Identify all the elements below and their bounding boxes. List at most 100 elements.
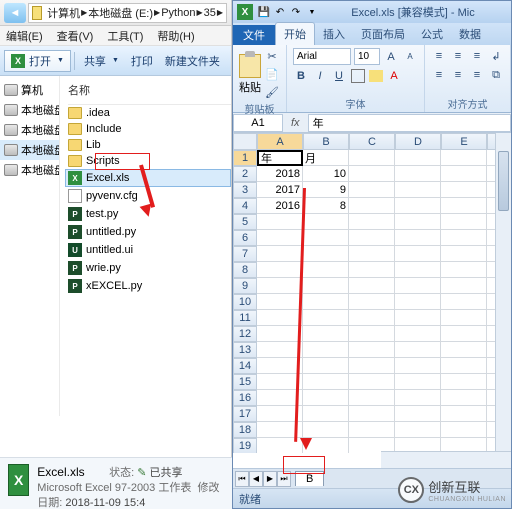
crumb[interactable]: 35 <box>204 7 216 19</box>
list-item[interactable]: Ptest.py <box>68 205 231 223</box>
menu-help[interactable]: 帮助(H) <box>157 28 194 44</box>
nav-item-drive-d[interactable]: 本地磁盘 (D:) <box>0 120 59 140</box>
row-header[interactable]: 16 <box>233 390 257 406</box>
cell[interactable] <box>303 342 349 358</box>
cell[interactable] <box>257 262 303 278</box>
print-button[interactable]: 打印 <box>125 51 159 71</box>
cell[interactable] <box>441 182 487 198</box>
cell[interactable] <box>303 326 349 342</box>
list-item[interactable]: Lib <box>68 137 231 153</box>
nav-back-button[interactable]: ◄ <box>4 3 26 23</box>
border-button[interactable] <box>350 68 366 84</box>
cell[interactable] <box>395 262 441 278</box>
cell[interactable] <box>395 342 441 358</box>
formula-input[interactable]: 年 <box>308 114 511 132</box>
cell[interactable] <box>303 358 349 374</box>
cell[interactable] <box>395 182 441 198</box>
cell[interactable] <box>303 390 349 406</box>
format-painter-icon[interactable]: 🖌 <box>264 84 280 100</box>
cut-icon[interactable]: ✂ <box>264 48 280 64</box>
cell[interactable] <box>441 294 487 310</box>
nav-item-computer[interactable]: 算机 <box>0 80 59 100</box>
cell-grid[interactable]: 年月2018102017920168 <box>257 150 511 453</box>
cell[interactable] <box>441 166 487 182</box>
row-header[interactable]: 14 <box>233 358 257 374</box>
cell[interactable] <box>395 214 441 230</box>
cell[interactable] <box>441 390 487 406</box>
cell[interactable]: 2016 <box>257 198 303 214</box>
cell[interactable] <box>441 214 487 230</box>
cell[interactable] <box>349 310 395 326</box>
cell[interactable] <box>303 438 349 453</box>
cell[interactable] <box>349 374 395 390</box>
cell[interactable] <box>395 246 441 262</box>
fill-color-button[interactable] <box>369 70 383 82</box>
cell[interactable] <box>303 406 349 422</box>
cell[interactable] <box>349 230 395 246</box>
cell[interactable]: 2017 <box>257 182 303 198</box>
cell[interactable] <box>349 182 395 198</box>
cell[interactable]: 9 <box>303 182 349 198</box>
cell[interactable] <box>303 310 349 326</box>
cell[interactable] <box>257 390 303 406</box>
cell[interactable]: 8 <box>303 198 349 214</box>
cell[interactable] <box>349 342 395 358</box>
row-header[interactable]: 11 <box>233 310 257 326</box>
cell[interactable] <box>257 278 303 294</box>
cell[interactable] <box>257 326 303 342</box>
cell[interactable] <box>395 326 441 342</box>
underline-button[interactable]: U <box>331 68 347 84</box>
paste-button[interactable]: 粘贴 <box>239 54 261 95</box>
cell[interactable] <box>395 166 441 182</box>
font-size-select[interactable]: 10 <box>354 48 380 65</box>
tab-home[interactable]: 开始 <box>275 22 315 45</box>
cell[interactable] <box>395 374 441 390</box>
align-bottom-icon[interactable]: ≡ <box>469 48 485 64</box>
menu-view[interactable]: 查看(V) <box>57 28 94 44</box>
row-header[interactable]: 10 <box>233 294 257 310</box>
nav-item-drive-e[interactable]: 本地磁盘 (E:) <box>0 140 59 160</box>
cell[interactable]: 年 <box>257 150 303 166</box>
row-header[interactable]: 6 <box>233 230 257 246</box>
row-header[interactable]: 9 <box>233 278 257 294</box>
select-all-corner[interactable] <box>233 133 257 150</box>
row-header[interactable]: 13 <box>233 342 257 358</box>
cell[interactable] <box>303 374 349 390</box>
cell[interactable] <box>395 150 441 166</box>
cell[interactable] <box>349 390 395 406</box>
cell[interactable] <box>257 374 303 390</box>
font-color-button[interactable]: A <box>386 68 402 84</box>
row-header[interactable]: 12 <box>233 326 257 342</box>
cell[interactable] <box>303 422 349 438</box>
breadcrumb[interactable]: 计算机▶ 本地磁盘 (E:)▶ Python▶ 35▶ <box>28 3 227 23</box>
cell[interactable] <box>441 326 487 342</box>
cell[interactable] <box>395 278 441 294</box>
cell[interactable] <box>349 294 395 310</box>
cell[interactable] <box>441 342 487 358</box>
crumb[interactable]: 本地磁盘 (E:) <box>88 5 153 21</box>
qat-dropdown-icon[interactable]: ▼ <box>305 5 319 19</box>
name-box[interactable]: A1 <box>233 114 283 132</box>
row-header[interactable]: 8 <box>233 262 257 278</box>
cell[interactable] <box>441 230 487 246</box>
list-item[interactable]: .idea <box>68 105 231 121</box>
align-middle-icon[interactable]: ≡ <box>450 48 466 64</box>
cell[interactable] <box>303 262 349 278</box>
cell[interactable] <box>303 278 349 294</box>
col-header-b[interactable]: B <box>303 133 349 150</box>
cell[interactable] <box>257 214 303 230</box>
cell[interactable] <box>349 262 395 278</box>
cell[interactable] <box>395 390 441 406</box>
tab-insert[interactable]: 插入 <box>315 23 353 45</box>
sheet-nav-prev[interactable]: ◀ <box>249 471 263 487</box>
cell[interactable] <box>257 406 303 422</box>
cell[interactable] <box>257 230 303 246</box>
row-header[interactable]: 7 <box>233 246 257 262</box>
cell[interactable] <box>257 438 303 453</box>
tab-formula[interactable]: 公式 <box>413 23 451 45</box>
cell[interactable] <box>303 246 349 262</box>
menu-edit[interactable]: 编辑(E) <box>6 28 43 44</box>
cell[interactable] <box>257 246 303 262</box>
cell[interactable] <box>257 422 303 438</box>
merge-icon[interactable]: ⧉ <box>488 67 504 83</box>
